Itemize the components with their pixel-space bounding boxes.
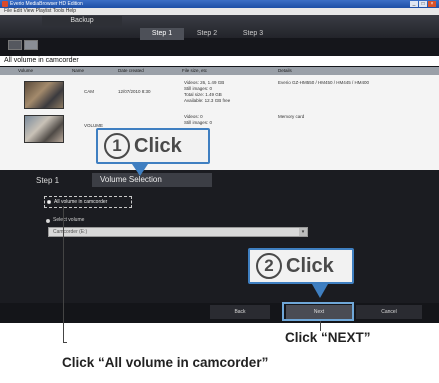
column-date[interactable]: Date created: [118, 67, 144, 75]
caption-all-volume: Click “All volume in camcorder”: [62, 355, 269, 370]
radio-selected-icon: [47, 200, 51, 204]
tab-volume-selection[interactable]: Volume Selection: [92, 173, 212, 187]
list-item[interactable]: CAM 12/07/2010 8:30 Videos: 26, 1.49 GB …: [0, 77, 439, 110]
volume-info: Available: 12.3 GB free: [184, 98, 231, 103]
column-volume[interactable]: Volume: [18, 67, 33, 75]
list-title: All volume in camcorder: [4, 57, 79, 64]
step-number-icon: 1: [104, 133, 130, 159]
app-icon: [2, 1, 8, 7]
all-volume-label: All volume in camcorder: [54, 199, 108, 205]
callout-text: Click: [134, 134, 182, 157]
volume-info: Still images: 0: [184, 120, 213, 125]
menu-items[interactable]: File Edit View Playlist Tools Help: [4, 8, 76, 15]
volume-thumbnail: [24, 115, 64, 143]
volume-details: Everio GZ-HM550 / HM450 / HM445 / HM400: [278, 80, 370, 85]
volume-select-value: Camcorder (E:): [53, 229, 88, 235]
list-item[interactable]: VOLUME Videos: 0 Still images: 0 Memory …: [0, 111, 439, 144]
menu-bar[interactable]: File Edit View Playlist Tools Help: [0, 8, 439, 15]
volume-date: 12/07/2010 8:30: [118, 89, 151, 94]
maximize-icon[interactable]: □: [419, 1, 427, 7]
all-volume-radio[interactable]: All volume in camcorder: [44, 196, 132, 208]
cancel-button[interactable]: Cancel: [356, 305, 422, 319]
caption-next: Click “NEXT”: [285, 330, 371, 345]
app-screenshot: Everio MediaBrowser HD Edition _ □ × Fil…: [0, 0, 439, 323]
step-3: Step 3: [242, 30, 264, 37]
column-headers: Volume Name Date created File size, etc …: [0, 67, 439, 75]
minimize-icon[interactable]: _: [410, 1, 418, 7]
callout-pointer: [132, 164, 148, 176]
view-toggle: [8, 40, 38, 50]
title-bar: Everio MediaBrowser HD Edition _ □ ×: [0, 0, 439, 8]
leader-line: [63, 206, 64, 343]
volume-thumbnail: [24, 81, 64, 109]
volume-select[interactable]: Camcorder (E:) ▾: [48, 227, 308, 237]
volume-name: CAM: [84, 89, 94, 94]
column-name[interactable]: Name: [72, 67, 84, 75]
list-header: All volume in camcorder: [0, 56, 439, 66]
step-1: Step 1: [140, 28, 184, 40]
select-volume-radio[interactable]: Select volume: [44, 216, 104, 224]
step-label: Step 1: [36, 176, 60, 185]
column-details[interactable]: Details: [278, 67, 292, 75]
back-button[interactable]: Back: [210, 305, 270, 319]
callout-pointer: [312, 284, 328, 298]
step-number-icon: 2: [256, 253, 282, 279]
tab-backup[interactable]: Backup: [42, 16, 122, 26]
volume-details: Memory card: [278, 114, 305, 119]
grid-view-icon[interactable]: [8, 40, 22, 50]
leader-line: [63, 342, 67, 343]
window-title: Everio MediaBrowser HD Edition: [10, 1, 83, 7]
next-highlight: [282, 302, 354, 321]
close-icon[interactable]: ×: [428, 1, 436, 7]
callout-step-1: 1 Click: [96, 128, 210, 164]
column-info[interactable]: File size, etc: [182, 67, 207, 75]
volume-selection-panel: [0, 170, 439, 323]
radio-icon: [46, 219, 50, 223]
callout-text: Click: [286, 254, 334, 277]
step-2: Step 2: [196, 30, 218, 37]
chevron-down-icon[interactable]: ▾: [299, 228, 307, 236]
volume-list: CAM 12/07/2010 8:30 Videos: 26, 1.49 GB …: [0, 75, 439, 170]
window-controls: _ □ ×: [410, 1, 436, 7]
callout-step-2: 2 Click: [248, 248, 354, 284]
list-view-icon[interactable]: [24, 40, 38, 50]
select-volume-label: Select volume: [53, 217, 85, 223]
